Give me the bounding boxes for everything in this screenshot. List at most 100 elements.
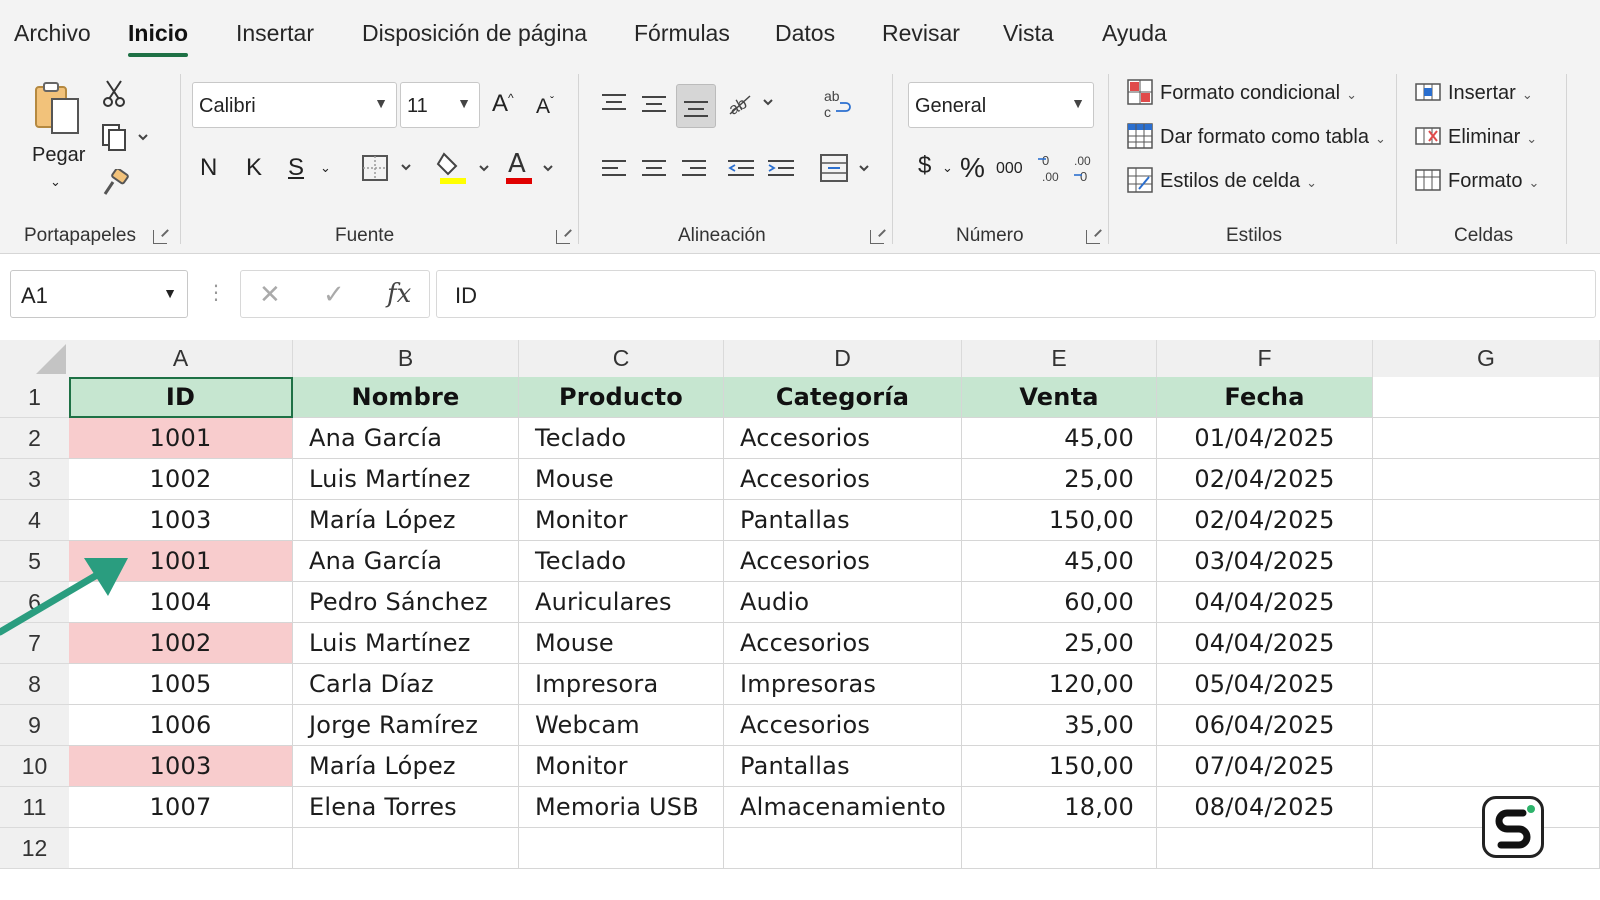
table-cell[interactable]: 1005 xyxy=(69,664,293,705)
empty-cell[interactable] xyxy=(1373,418,1600,459)
empty-cell[interactable] xyxy=(1373,582,1600,623)
table-cell[interactable]: 25,00 xyxy=(962,623,1157,664)
table-cell[interactable]: 1003 xyxy=(69,500,293,541)
currency-dropdown-icon[interactable]: ⌄ xyxy=(942,160,953,176)
tab-archivo[interactable]: Archivo xyxy=(14,20,91,47)
underline-dropdown-icon[interactable]: ⌄ xyxy=(320,160,331,176)
empty-cell[interactable] xyxy=(1373,746,1600,787)
delete-cells-button[interactable]: Eliminar ⌄ xyxy=(1448,126,1537,149)
row-header-3[interactable]: 3 xyxy=(0,459,69,500)
number-launcher-icon[interactable] xyxy=(1086,230,1100,244)
insert-function-icon[interactable]: fx xyxy=(387,279,411,309)
empty-cell[interactable] xyxy=(962,828,1157,869)
currency-button[interactable]: $ xyxy=(918,152,931,180)
table-cell[interactable]: 45,00 xyxy=(962,541,1157,582)
underline-button[interactable]: S xyxy=(288,154,304,182)
column-header-c[interactable]: C xyxy=(519,340,724,377)
table-cell[interactable]: 05/04/2025 xyxy=(1157,664,1373,705)
table-cell[interactable]: Memoria USB xyxy=(519,787,724,828)
table-cell[interactable]: 08/04/2025 xyxy=(1157,787,1373,828)
percent-button[interactable]: % xyxy=(960,152,985,184)
drag-handle-icon[interactable]: ⋮ xyxy=(206,280,226,305)
empty-cell[interactable] xyxy=(1373,664,1600,705)
empty-cell[interactable] xyxy=(1373,541,1600,582)
format-as-table-button[interactable]: Dar formato como tabla ⌄ xyxy=(1160,126,1386,149)
table-cell[interactable]: Mouse xyxy=(519,459,724,500)
tab-revisar[interactable]: Revisar xyxy=(882,20,960,47)
tab-disposicion[interactable]: Disposición de página xyxy=(362,20,587,47)
table-cell[interactable]: Monitor xyxy=(519,746,724,787)
header-cell[interactable]: Categoría xyxy=(724,377,962,418)
table-cell[interactable]: 120,00 xyxy=(962,664,1157,705)
row-header-10[interactable]: 10 xyxy=(0,746,69,787)
orientation-icon[interactable]: ab xyxy=(726,86,776,120)
column-header-g[interactable]: G xyxy=(1373,340,1600,377)
cell-styles-icon[interactable] xyxy=(1126,166,1154,194)
table-cell[interactable]: Accesorios xyxy=(724,705,962,746)
conditional-format-icon[interactable] xyxy=(1126,78,1154,106)
table-cell[interactable]: Ana García xyxy=(293,541,519,582)
table-cell[interactable]: Accesorios xyxy=(724,459,962,500)
clipboard-launcher-icon[interactable] xyxy=(153,230,167,244)
table-cell[interactable]: Auriculares xyxy=(519,582,724,623)
align-top-icon[interactable] xyxy=(598,88,630,118)
align-left-icon[interactable] xyxy=(598,154,630,184)
table-cell[interactable]: Accesorios xyxy=(724,623,962,664)
table-cell[interactable]: Almacenamiento xyxy=(724,787,962,828)
table-cell[interactable]: Impresora xyxy=(519,664,724,705)
empty-cell[interactable] xyxy=(519,828,724,869)
row-header-11[interactable]: 11 xyxy=(0,787,69,828)
row-header-1[interactable]: 1 xyxy=(0,377,69,418)
empty-cell[interactable] xyxy=(1373,705,1600,746)
select-all-corner[interactable] xyxy=(0,340,69,377)
column-header-f[interactable]: F xyxy=(1157,340,1373,377)
font-size-select[interactable]: 11 ▼ xyxy=(400,82,480,128)
table-cell[interactable]: 02/04/2025 xyxy=(1157,459,1373,500)
decrease-decimal-icon[interactable]: .00 0 xyxy=(1070,150,1102,186)
align-center-icon[interactable] xyxy=(638,154,670,184)
empty-cell[interactable] xyxy=(293,828,519,869)
table-cell[interactable]: Pantallas xyxy=(724,746,962,787)
table-cell[interactable]: Jorge Ramírez xyxy=(293,705,519,746)
table-cell[interactable]: 25,00 xyxy=(962,459,1157,500)
table-cell[interactable]: 45,00 xyxy=(962,418,1157,459)
table-cell[interactable]: Impresoras xyxy=(724,664,962,705)
bold-button[interactable]: N xyxy=(200,154,217,182)
table-cell[interactable]: 07/04/2025 xyxy=(1157,746,1373,787)
tab-insertar[interactable]: Insertar xyxy=(236,20,314,47)
align-bottom-icon[interactable] xyxy=(676,84,716,128)
table-cell[interactable]: Teclado xyxy=(519,541,724,582)
tab-formulas[interactable]: Fórmulas xyxy=(634,20,730,47)
tab-ayuda[interactable]: Ayuda xyxy=(1102,20,1167,47)
table-cell[interactable]: Carla Díaz xyxy=(293,664,519,705)
font-color-icon[interactable]: A xyxy=(504,148,560,186)
table-cell[interactable]: 150,00 xyxy=(962,746,1157,787)
cell-styles-button[interactable]: Estilos de celda ⌄ xyxy=(1160,170,1317,193)
table-cell[interactable]: Accesorios xyxy=(724,541,962,582)
table-cell[interactable]: 04/04/2025 xyxy=(1157,623,1373,664)
row-header-8[interactable]: 8 xyxy=(0,664,69,705)
table-cell[interactable]: 1006 xyxy=(69,705,293,746)
copy-icon[interactable] xyxy=(100,122,150,152)
borders-icon[interactable] xyxy=(358,152,418,184)
table-cell[interactable]: 1007 xyxy=(69,787,293,828)
table-cell[interactable]: Pedro Sánchez xyxy=(293,582,519,623)
conditional-format-button[interactable]: Formato condicional ⌄ xyxy=(1160,82,1357,105)
format-as-table-icon[interactable] xyxy=(1126,122,1154,150)
table-cell[interactable]: Mouse xyxy=(519,623,724,664)
table-cell[interactable]: 01/04/2025 xyxy=(1157,418,1373,459)
header-cell[interactable]: Nombre xyxy=(293,377,519,418)
header-cell[interactable]: Fecha xyxy=(1157,377,1373,418)
header-cell[interactable]: Producto xyxy=(519,377,724,418)
empty-cell[interactable] xyxy=(1157,828,1373,869)
table-cell[interactable]: 06/04/2025 xyxy=(1157,705,1373,746)
format-cells-button[interactable]: Formato ⌄ xyxy=(1448,170,1539,193)
table-cell[interactable]: Pantallas xyxy=(724,500,962,541)
insert-cells-icon[interactable] xyxy=(1414,78,1442,106)
increase-decimal-icon[interactable]: 0.00 xyxy=(1036,150,1068,186)
header-cell[interactable]: ID xyxy=(69,377,293,418)
thousands-button[interactable]: 000 xyxy=(996,160,1023,178)
delete-cells-icon[interactable] xyxy=(1414,122,1442,150)
column-header-a[interactable]: A xyxy=(69,340,293,377)
alignment-launcher-icon[interactable] xyxy=(870,230,884,244)
